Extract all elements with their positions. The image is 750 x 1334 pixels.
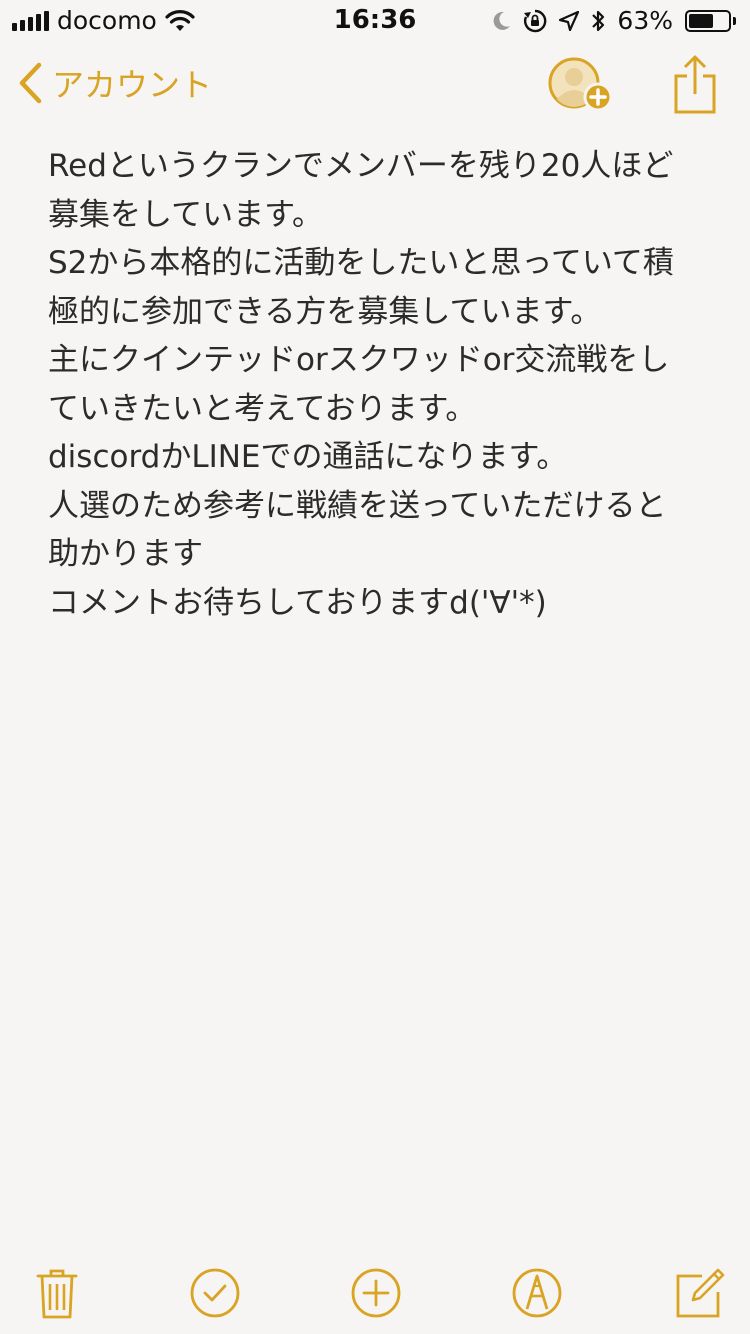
navigation-bar: アカウント	[0, 40, 750, 128]
share-icon	[674, 55, 716, 114]
share-button[interactable]	[672, 54, 718, 116]
notes-screen: docomo 16:36 63% アカウント Redというクランでメンバーを残り…	[0, 0, 750, 1334]
note-line: 主にクインテッドorスクワッドor交流戦をし	[48, 342, 670, 378]
add-icon	[351, 1268, 401, 1318]
checklist-icon	[190, 1268, 240, 1318]
add-button[interactable]	[349, 1266, 403, 1320]
add-person-button[interactable]	[546, 56, 618, 116]
status-bar: docomo 16:36 63%	[0, 0, 750, 40]
compose-icon	[676, 1268, 725, 1318]
delete-button[interactable]	[30, 1266, 84, 1320]
location-arrow-icon	[559, 10, 580, 31]
bottom-toolbar	[0, 1248, 750, 1334]
note-line: Redというクランでメンバーを残り20人ほど	[48, 148, 674, 184]
checklist-button[interactable]	[188, 1266, 242, 1320]
note-line: S2から本格的に活動をしたいと思っていて積	[48, 245, 674, 281]
back-label: アカウント	[52, 66, 213, 104]
battery-icon	[685, 9, 736, 32]
note-line: コメントお待ちしておりますd('∀'*)	[48, 584, 547, 621]
compose-button[interactable]	[672, 1266, 726, 1320]
battery-percent: 63%	[617, 6, 673, 35]
rotation-lock-icon	[524, 9, 547, 32]
add-person-icon	[548, 57, 613, 112]
chevron-left-icon	[19, 62, 42, 104]
note-line: ていきたいと考えております。	[48, 390, 477, 427]
note-line: 募集をしています。	[48, 196, 323, 233]
moon-icon	[494, 11, 511, 30]
note-line: 人選のため参考に戦績を送っていただけると	[48, 487, 667, 524]
sketch-icon	[512, 1268, 562, 1318]
trash-icon	[36, 1269, 78, 1319]
note-body[interactable]: Redというクランでメンバーを残り20人ほど 募集をしています。 S2から本格的…	[48, 142, 728, 627]
sketch-button[interactable]	[510, 1266, 564, 1320]
note-line: discordかLINEでの通話になります。	[48, 439, 568, 475]
back-button[interactable]: アカウント	[18, 60, 212, 106]
note-line: 極的に参加できる方を募集しています。	[48, 293, 602, 330]
note-line: 助かります	[48, 536, 203, 572]
bluetooth-icon	[592, 10, 605, 31]
